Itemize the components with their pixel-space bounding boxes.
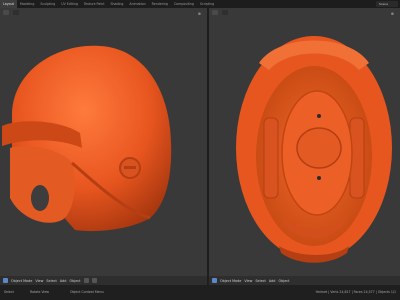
status-bar: Select Rotate View Object Context Menu H… [0, 285, 400, 300]
status-select: Select [4, 290, 14, 294]
tab-uv-editing[interactable]: UV Editing [58, 0, 81, 8]
vent-slot [124, 166, 136, 169]
helmet-bottom-view [236, 36, 392, 263]
left-3d-viewport[interactable]: ⊕ Object Mode View Select Add Object [0, 8, 207, 285]
status-rotate-view: Rotate View [30, 290, 50, 294]
tab-layout[interactable]: Layout [0, 0, 17, 8]
menu-add[interactable]: Add [269, 279, 276, 283]
right-viewport-footer: Object Mode View Select Add Object [209, 276, 400, 285]
left-viewport-footer: Object Mode View Select Add Object [0, 276, 207, 285]
tab-scripting[interactable]: Scripting [197, 0, 217, 8]
tab-rendering[interactable]: Rendering [149, 0, 171, 8]
status-context-menu: Object Context Menu [70, 290, 104, 294]
helmet-side-view [2, 45, 172, 232]
ear-guard [10, 146, 75, 223]
menu-view[interactable]: View [244, 279, 252, 283]
mode-icon [3, 278, 8, 283]
shading-material-icon[interactable] [91, 278, 97, 283]
menu-view[interactable]: View [35, 279, 43, 283]
tab-sculpting[interactable]: Sculpting [37, 0, 58, 8]
tab-modeling[interactable]: Modeling [17, 0, 38, 8]
tab-shading[interactable]: Shading [107, 0, 126, 8]
mode-selector[interactable]: Object Mode [220, 279, 241, 283]
workspace-tab-bar: Layout Modeling Sculpting UV Editing Tex… [0, 0, 400, 8]
vent-hole-top [317, 114, 321, 118]
ear-hole [31, 185, 49, 211]
tab-compositing[interactable]: Compositing [171, 0, 197, 8]
menu-select[interactable]: Select [46, 279, 56, 283]
menu-add[interactable]: Add [60, 279, 67, 283]
menu-object[interactable]: Object [69, 279, 80, 283]
left-pad [263, 117, 279, 199]
right-3d-viewport[interactable]: ⊕ Object Mode View Select Add Object [209, 8, 400, 285]
menu-select[interactable]: Select [255, 279, 265, 283]
tab-animation[interactable]: Animation [126, 0, 148, 8]
shading-solid-icon[interactable] [83, 278, 89, 283]
mode-icon [212, 278, 217, 283]
vent-hole-bottom [317, 176, 321, 180]
center-disc [296, 127, 342, 169]
scene-selector[interactable]: Scene [376, 1, 398, 7]
scene-statistics: Helmet | Verts 24,817 | Faces 24,577 | O… [315, 290, 396, 294]
menu-object[interactable]: Object [278, 279, 289, 283]
navigation-gizmo[interactable]: ⊕ [198, 11, 201, 16]
navigation-gizmo[interactable]: ⊕ [391, 11, 394, 16]
mode-selector[interactable]: Object Mode [11, 279, 32, 283]
tab-texture-paint[interactable]: Texture Paint [81, 0, 108, 8]
